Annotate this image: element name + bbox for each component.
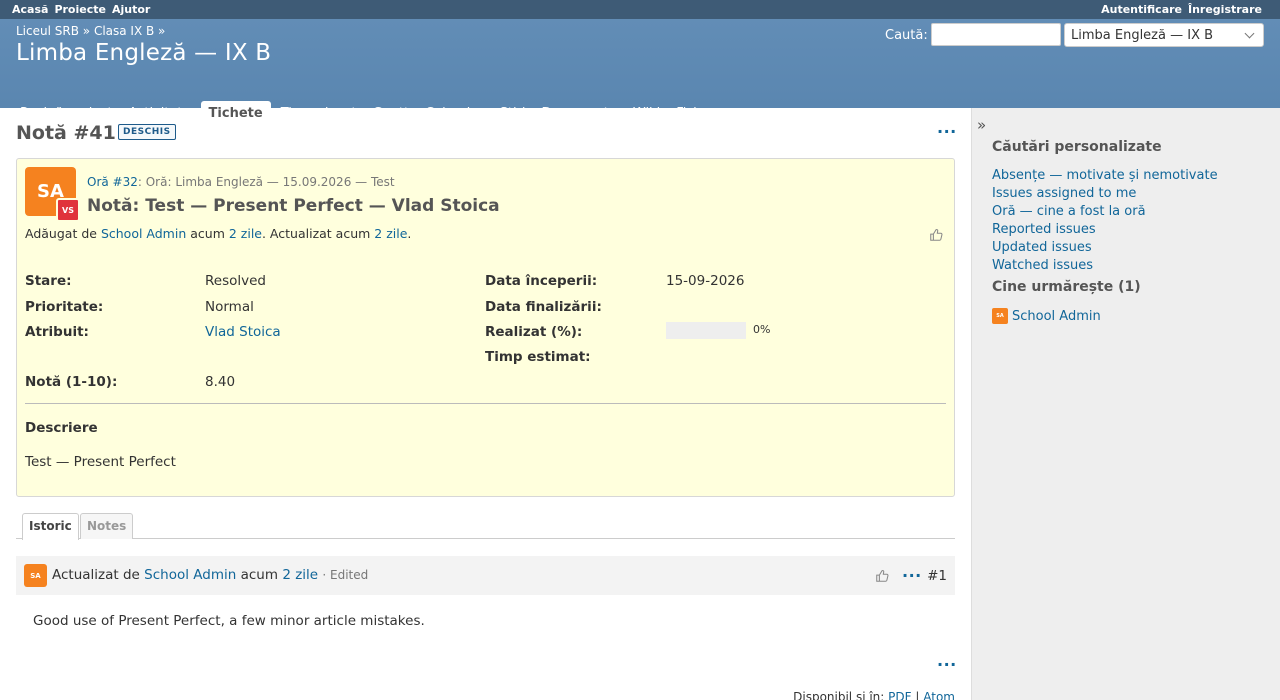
top-menu-projects-link[interactable]: Proiecte bbox=[54, 3, 106, 16]
project-jump-value: Limba Engleză — IX B bbox=[1071, 28, 1214, 43]
separator: | bbox=[915, 690, 920, 700]
grade-label: Notă (1-10): bbox=[25, 374, 118, 390]
assigned-label: Atribuit: bbox=[25, 324, 89, 340]
updated-prefix: . Actualizat acum bbox=[261, 226, 371, 241]
parent-issue-link[interactable]: Oră #32 bbox=[87, 175, 138, 189]
updated-time-link[interactable]: 2 zile bbox=[374, 226, 407, 241]
breadcrumb: Liceul SRB » Clasa IX B » bbox=[16, 24, 166, 38]
period: . bbox=[407, 226, 412, 241]
journal-prefix: Actualizat de bbox=[52, 567, 140, 583]
header: Liceul SRB » Clasa IX B » Limba Engleză … bbox=[0, 19, 1280, 127]
custom-query-link[interactable]: Watched issues bbox=[992, 258, 1218, 276]
description-text: Test — Present Perfect bbox=[25, 454, 176, 470]
status-value: Resolved bbox=[205, 273, 266, 289]
search-label: Caută: bbox=[885, 28, 928, 43]
tab-notes[interactable]: Notes bbox=[80, 513, 134, 539]
status-badge: DESCHIS bbox=[118, 124, 176, 140]
journal-meta: Actualizat de School Admin acum 2 zile ·… bbox=[52, 567, 368, 583]
divider bbox=[25, 403, 946, 404]
watcher-link[interactable]: School Admin bbox=[1012, 309, 1101, 324]
custom-queries-heading: Căutări personalizate bbox=[992, 139, 1162, 155]
journal-avatar: SA bbox=[24, 564, 47, 587]
tab-history[interactable]: Istoric bbox=[22, 513, 79, 540]
sidebar: » Căutări personalizate Absențe — motiva… bbox=[971, 108, 1280, 700]
assignee-avatar: VS bbox=[56, 198, 80, 222]
watcher-avatar: SA bbox=[992, 308, 1008, 324]
journal-number-link[interactable]: #1 bbox=[927, 568, 947, 584]
author-prefix: Adăugat de bbox=[25, 226, 97, 241]
issue-actions-menu[interactable]: ··· bbox=[937, 124, 957, 140]
register-link[interactable]: Înregistrare bbox=[1188, 3, 1262, 16]
project-title: Limba Engleză — IX B bbox=[16, 40, 272, 66]
atom-link[interactable]: Atom bbox=[923, 690, 955, 700]
issue-title: Notă #41 bbox=[16, 122, 116, 144]
added-time-link[interactable]: 2 zile bbox=[229, 226, 262, 241]
journal-header: SA Actualizat de School Admin acum 2 zil… bbox=[16, 556, 955, 595]
top-menu-home-link[interactable]: Acasă bbox=[12, 3, 48, 16]
due-date-label: Data finalizării: bbox=[485, 299, 602, 315]
journal-time-link[interactable]: 2 zile bbox=[282, 567, 318, 583]
breadcrumb-class-link[interactable]: Clasa IX B bbox=[94, 24, 154, 38]
issue-subject: Notă: Test — Present Perfect — Vlad Stoi… bbox=[87, 196, 500, 216]
author-line: Adăugat de School Admin acum 2 zile. Act… bbox=[25, 226, 411, 241]
priority-value: Normal bbox=[205, 299, 254, 315]
history-tabs: Istoric Notes bbox=[16, 512, 955, 540]
project-jump-select[interactable]: Limba Engleză — IX B bbox=[1064, 23, 1264, 47]
custom-query-link[interactable]: Reported issues bbox=[992, 222, 1218, 240]
estimated-time-label: Timp estimat: bbox=[485, 349, 591, 365]
custom-queries-list: Absențe — motivate și nemotivate Issues a… bbox=[992, 168, 1218, 276]
other-formats-label: Disponibil și în: bbox=[793, 690, 885, 700]
done-ratio-progress-bar bbox=[666, 322, 746, 339]
priority-label: Prioritate: bbox=[25, 299, 104, 315]
start-date-value: 15-09-2026 bbox=[666, 273, 745, 289]
login-link[interactable]: Autentificare bbox=[1101, 3, 1182, 16]
added-prefix: acum bbox=[190, 226, 225, 241]
journal-actions-menu[interactable]: ··· bbox=[902, 568, 922, 584]
journal-ago-prefix: acum bbox=[240, 567, 279, 583]
thumbs-up-icon[interactable] bbox=[929, 228, 943, 242]
grade-value: 8.40 bbox=[205, 374, 236, 390]
parent-issue-subject: : Oră: Limba Engleză — 15.09.2026 — Test bbox=[137, 175, 395, 189]
done-ratio-label: Realizat (%): bbox=[485, 324, 583, 340]
status-label: Stare: bbox=[25, 273, 72, 289]
journal-author-link[interactable]: School Admin bbox=[144, 567, 236, 583]
assigned-link[interactable]: Vlad Stoica bbox=[205, 324, 281, 340]
custom-query-link[interactable]: Issues assigned to me bbox=[992, 186, 1218, 204]
watchers-heading: Cine urmărește (1) bbox=[992, 279, 1141, 295]
issue-details: SA VS Oră #32: Oră: Limba Engleză — 15.0… bbox=[16, 158, 955, 497]
chevron-down-icon bbox=[1244, 28, 1255, 39]
breadcrumb-parent-link[interactable]: Liceul SRB bbox=[16, 24, 79, 38]
search-input[interactable] bbox=[931, 23, 1061, 46]
content: Notă #41 DESCHIS ··· SA VS Oră #32: Oră:… bbox=[0, 108, 971, 700]
top-menu-help-link[interactable]: Ajutor bbox=[112, 3, 150, 16]
journal-edited: · Edited bbox=[322, 568, 369, 582]
author-link[interactable]: School Admin bbox=[101, 226, 186, 241]
thumbs-up-icon[interactable] bbox=[875, 569, 889, 583]
top-menu: Acasă Proiecte Ajutor Autentificare Înre… bbox=[0, 0, 1280, 19]
bottom-actions-menu[interactable]: ··· bbox=[937, 657, 957, 673]
parent-issue: Oră #32: Oră: Limba Engleză — 15.09.2026… bbox=[87, 175, 395, 189]
custom-query-link[interactable]: Absențe — motivate și nemotivate bbox=[992, 168, 1218, 186]
start-date-label: Data începerii: bbox=[485, 273, 598, 289]
pdf-link[interactable]: PDF bbox=[888, 690, 911, 700]
journal-note: Good use of Present Perfect, a few minor… bbox=[33, 613, 425, 629]
watcher-item: SA School Admin bbox=[992, 308, 1101, 324]
description-heading: Descriere bbox=[25, 420, 98, 436]
other-formats: Disponibil și în: PDF | Atom bbox=[793, 690, 955, 700]
custom-query-link[interactable]: Updated issues bbox=[992, 240, 1218, 258]
collapse-sidebar-icon[interactable]: » bbox=[977, 116, 986, 134]
done-ratio-value: 0% bbox=[753, 323, 771, 336]
custom-query-link[interactable]: Oră — cine a fost la oră bbox=[992, 204, 1218, 222]
